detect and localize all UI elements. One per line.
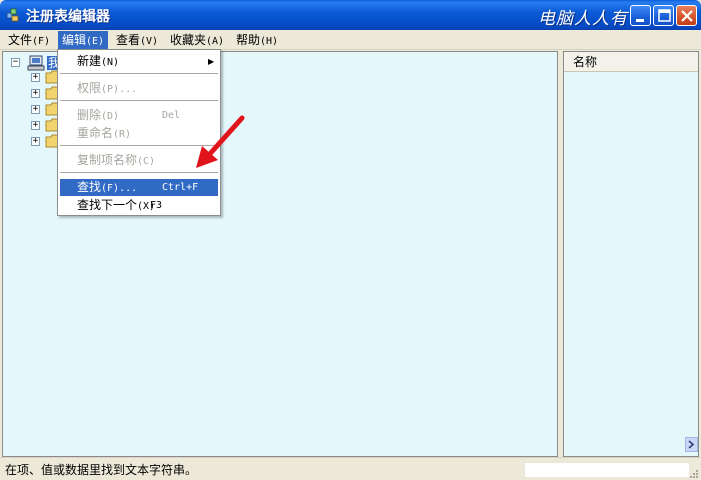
expand-icon[interactable]: + — [31, 105, 40, 114]
expand-icon[interactable]: + — [31, 89, 40, 98]
expand-icon[interactable]: + — [31, 121, 40, 130]
menu-favorites-label: 收藏夹 — [170, 33, 207, 47]
maximize-icon — [658, 9, 671, 22]
menu-item-find-shortcut: Ctrl+F — [162, 182, 199, 193]
regedit-window: 注册表编辑器 电脑人人有 文件(F) 编辑(E) 查看(V) 收藏夹(A) 帮助… — [0, 0, 701, 480]
menu-item-find[interactable]: 查找(F)... Ctrl+F — [60, 179, 218, 196]
tree-node[interactable]: + — [11, 118, 61, 134]
menu-separator — [60, 172, 218, 174]
red-arrow-icon — [196, 115, 245, 168]
column-header-name[interactable]: 名称 — [564, 52, 698, 72]
resize-grip-icon[interactable] — [688, 468, 699, 479]
menu-separator — [60, 100, 218, 102]
chevron-right-icon — [688, 440, 695, 449]
minimize-button[interactable] — [630, 5, 651, 26]
menu-item-find-next[interactable]: 查找下一个(X) F3 — [60, 197, 218, 214]
menu-item-rename-label: 重命名 — [77, 126, 114, 140]
menu-item-find-next-shortcut: F3 — [150, 200, 163, 211]
menu-item-copy-key-name-accel: (C) — [137, 156, 156, 167]
menu-view-label: 查看 — [116, 33, 141, 47]
tree-node[interactable]: + — [11, 134, 61, 150]
menu-item-find-accel: (F)... — [101, 183, 138, 194]
menu-help-accel: (H) — [260, 36, 279, 47]
menu-favorites-accel: (A) — [206, 36, 225, 47]
expand-icon[interactable]: + — [31, 137, 40, 146]
watermark-text: 电脑人人有 — [538, 9, 628, 29]
menu-item-new[interactable]: 新建(N) ▶ — [60, 53, 218, 70]
menu-item-find-next-label: 查找下一个 — [77, 198, 138, 212]
menu-item-delete-shortcut: Del — [162, 110, 181, 121]
menu-file-label: 文件 — [8, 33, 33, 47]
menu-item-new-label: 新建 — [77, 54, 102, 68]
menu-item-permissions-label: 权限 — [77, 81, 102, 95]
status-panel — [524, 462, 690, 478]
tree-node[interactable]: + — [11, 86, 61, 102]
menu-favorites[interactable]: 收藏夹(A) — [166, 31, 228, 49]
menu-item-copy-key-name-label: 复制项名称 — [77, 153, 138, 167]
value-list-pane[interactable]: 名称 — [563, 51, 699, 457]
expand-icon[interactable]: + — [31, 73, 40, 82]
window-title: 注册表编辑器 — [26, 9, 110, 25]
tree-node[interactable]: + — [11, 70, 61, 86]
maximize-button[interactable] — [653, 5, 674, 26]
minimize-icon — [636, 19, 644, 22]
menu-item-new-accel: (N) — [101, 57, 120, 68]
menu-separator — [60, 73, 218, 75]
menu-item-delete-label: 删除 — [77, 108, 102, 122]
menu-file-accel: (F) — [32, 36, 51, 47]
regedit-icon — [6, 8, 19, 22]
tree-node[interactable]: + — [11, 102, 61, 118]
computer-icon — [27, 55, 45, 71]
status-text: 在项、值或数据里找到文本字符串。 — [5, 463, 198, 477]
menu-edit[interactable]: 编辑(E) — [58, 31, 109, 49]
menu-help[interactable]: 帮助(H) — [232, 31, 282, 49]
menu-view-accel: (V) — [140, 36, 159, 47]
title-bar[interactable]: 注册表编辑器 电脑人人有 — [0, 0, 701, 30]
menu-item-delete-accel: (D) — [101, 111, 120, 122]
menu-view[interactable]: 查看(V) — [112, 31, 162, 49]
scroll-right-button[interactable] — [685, 437, 698, 452]
menu-edit-label: 编辑 — [62, 33, 87, 47]
menu-help-label: 帮助 — [236, 33, 261, 47]
submenu-arrow-icon: ▶ — [208, 57, 215, 66]
collapse-icon[interactable]: − — [11, 58, 20, 67]
menu-item-rename-accel: (R) — [113, 129, 132, 140]
close-icon — [681, 10, 693, 22]
column-header-label: 名称 — [573, 55, 598, 69]
status-bar: 在项、值或数据里找到文本字符串。 — [0, 457, 701, 480]
menu-item-find-label: 查找 — [77, 180, 102, 194]
menu-edit-accel: (E) — [86, 36, 105, 47]
close-button[interactable] — [676, 5, 697, 26]
menu-item-permissions-accel: (P)... — [101, 84, 138, 95]
menu-item-permissions: 权限(P)... — [60, 80, 218, 97]
menu-file[interactable]: 文件(F) — [4, 31, 54, 49]
menu-bar: 文件(F) 编辑(E) 查看(V) 收藏夹(A) 帮助(H) — [0, 30, 701, 50]
